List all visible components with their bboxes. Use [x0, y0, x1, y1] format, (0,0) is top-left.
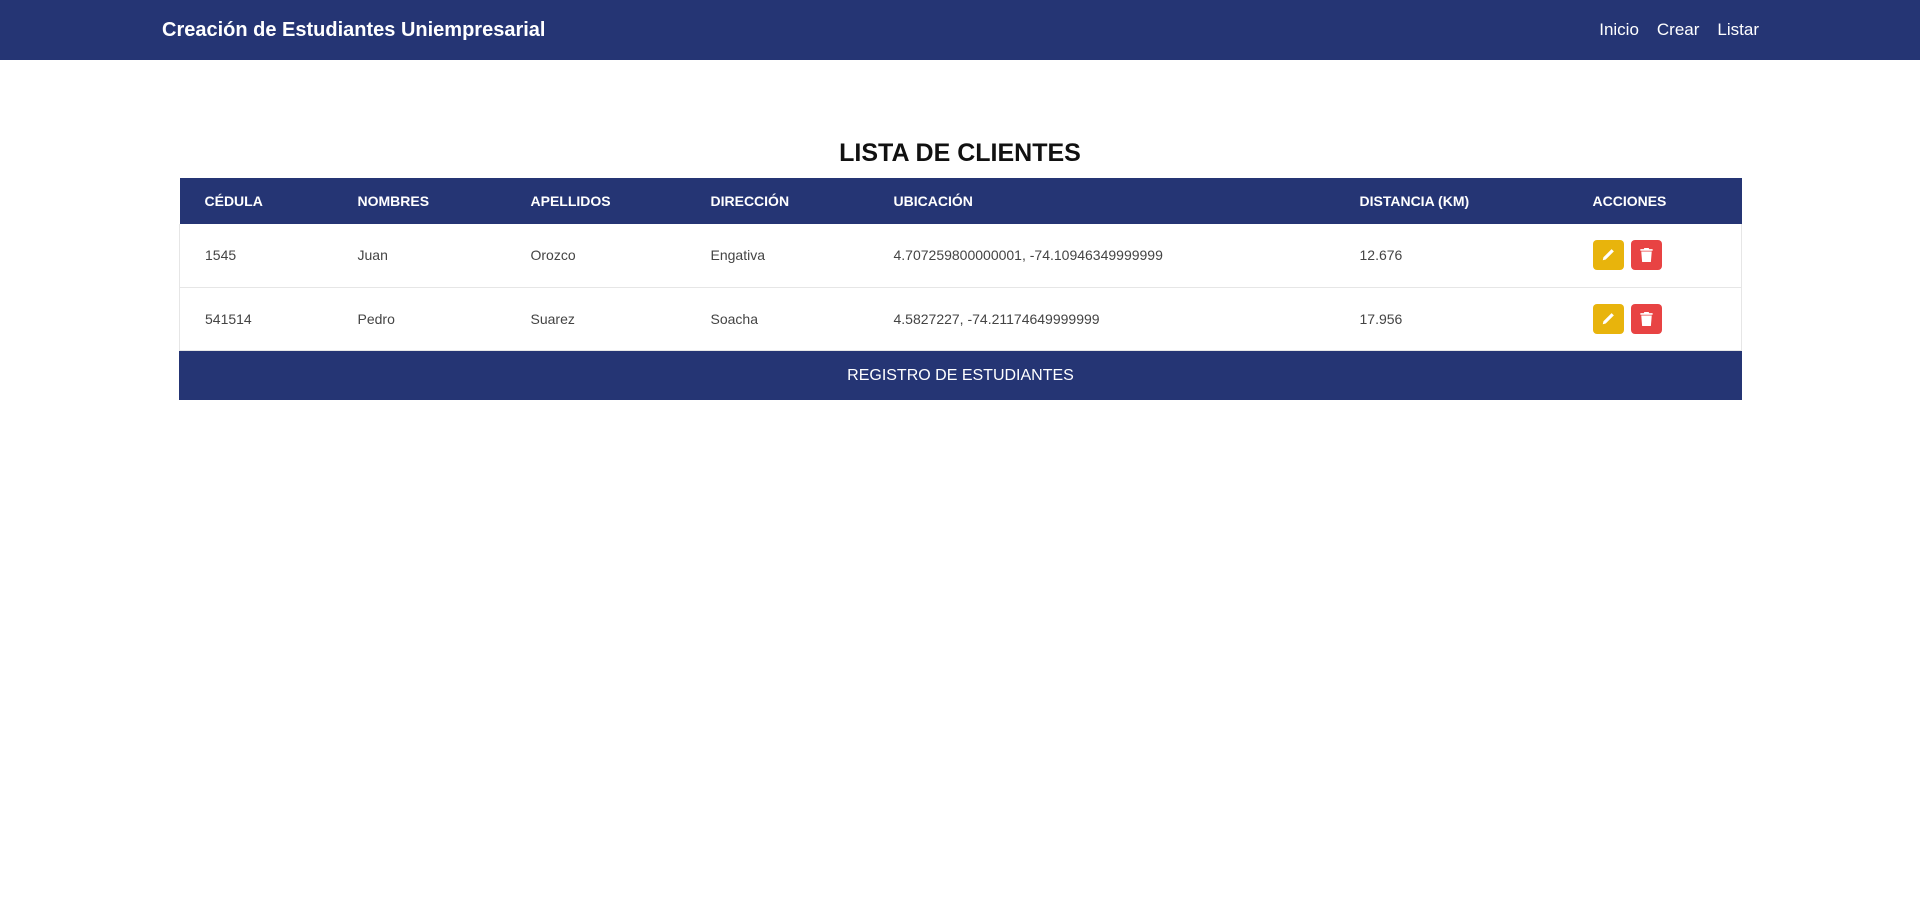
cell-direccion: Engativa — [710, 247, 765, 264]
nav-links: Inicio Crear Listar — [1599, 20, 1759, 40]
cell-acciones — [1567, 287, 1742, 350]
edit-button[interactable] — [1592, 240, 1624, 271]
brand-title[interactable]: Creación de Estudiantes Uniempresarial — [162, 19, 545, 42]
edit-button[interactable] — [1592, 303, 1624, 334]
cell-acciones — [1567, 224, 1742, 287]
trash-icon — [1639, 248, 1653, 263]
navbar: Creación de Estudiantes Uniempresarial I… — [0, 0, 1920, 60]
cell-nombres: Pedro — [357, 310, 395, 327]
cell-apellidos: Orozco — [530, 247, 576, 264]
cell-ubicacion: 4.5827227, -74.21174649999999 — [893, 310, 1100, 327]
cell-direccion: Soacha — [710, 310, 758, 327]
cell-cedula: 541514 — [179, 287, 333, 350]
pencil-icon — [1602, 312, 1614, 324]
header-apellidos: APELLIDOS — [530, 193, 611, 209]
delete-button[interactable] — [1630, 240, 1662, 271]
table-row: 1545 Juan Orozco Engativa 4.707259800000… — [179, 224, 1742, 287]
cell-distancia: 12.676 — [1359, 247, 1403, 264]
table-row: 541514 Pedro Suarez Soacha 4.5827227, -7… — [179, 287, 1742, 350]
row-actions — [1592, 303, 1742, 334]
table-header-row: CÉDULA NOMBRES APELLIDOS DIRECCIÓN UBICA… — [179, 178, 1742, 224]
header-distancia: DISTANCIA (KM) — [1359, 193, 1470, 209]
header-cedula: CÉDULA — [204, 193, 263, 209]
header-direccion: DIRECCIÓN — [710, 193, 790, 209]
header-ubicacion: UBICACIÓN — [893, 193, 973, 209]
clients-table: CÉDULA NOMBRES APELLIDOS DIRECCIÓN UBICA… — [179, 178, 1742, 351]
delete-button[interactable] — [1630, 303, 1662, 334]
cell-distancia: 17.956 — [1359, 310, 1403, 327]
nav-link-inicio[interactable]: Inicio — [1599, 20, 1639, 40]
nav-link-listar[interactable]: Listar — [1717, 20, 1759, 40]
header-acciones: ACCIONES — [1592, 193, 1667, 209]
cell-cedula: 1545 — [179, 224, 333, 287]
nav-link-crear[interactable]: Crear — [1657, 20, 1700, 40]
cell-nombres: Juan — [357, 247, 388, 264]
clients-table-container: CÉDULA NOMBRES APELLIDOS DIRECCIÓN UBICA… — [179, 178, 1742, 400]
cell-ubicacion: 4.707259800000001, -74.10946349999999 — [893, 247, 1163, 264]
trash-icon — [1639, 311, 1653, 326]
page-title: LISTA DE CLIENTES — [839, 139, 1081, 167]
row-actions — [1592, 240, 1742, 271]
cell-apellidos: Suarez — [530, 310, 575, 327]
header-nombres: NOMBRES — [357, 193, 430, 209]
pencil-icon — [1602, 249, 1614, 261]
registro-footer-bar: REGISTRO DE ESTUDIANTES — [179, 350, 1742, 400]
